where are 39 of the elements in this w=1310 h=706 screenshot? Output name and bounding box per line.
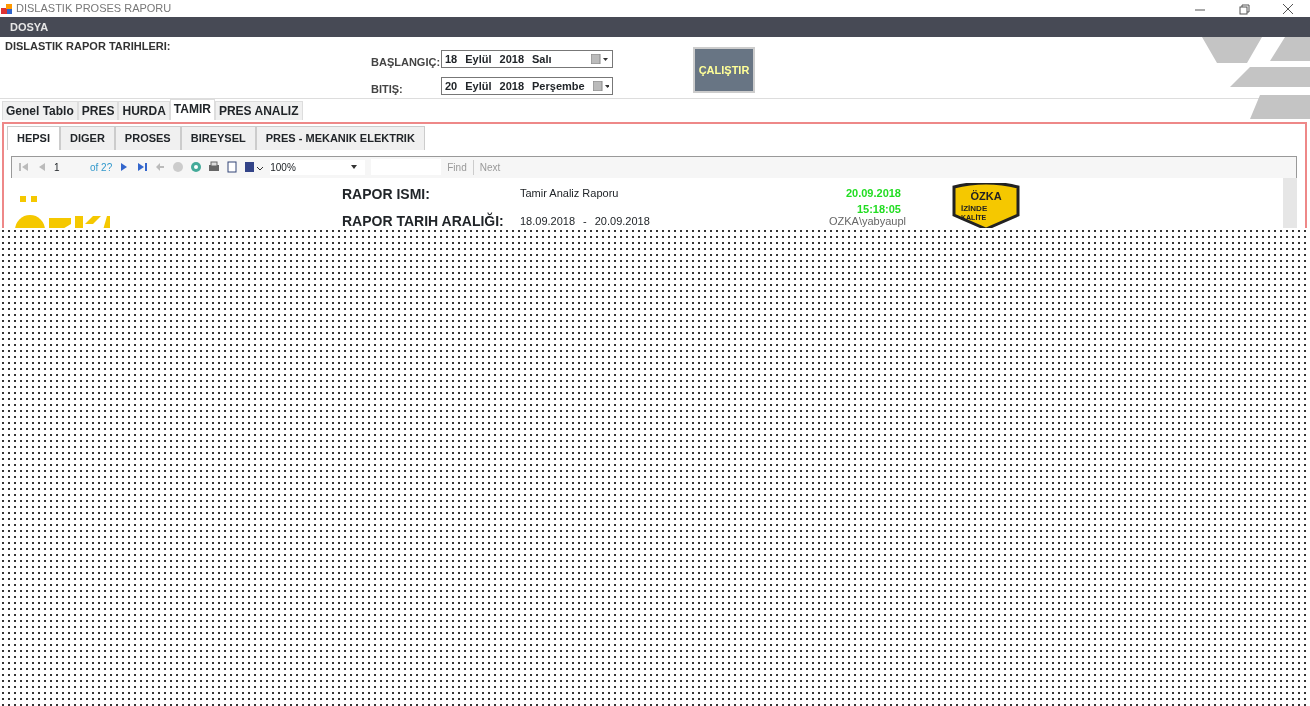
date-range-label: RAPOR TARIH ARALIĞI: [342,211,504,231]
tab[interactable]: DIGER [60,126,115,150]
run-button[interactable]: ÇALIŞTIR [693,47,755,93]
refresh-icon[interactable] [190,161,203,173]
tab[interactable]: TAMIR [169,99,215,120]
print-icon[interactable] [208,161,221,173]
field-label: BITIŞ: [371,81,404,97]
tab[interactable]: BIREYSEL [180,126,256,150]
close-button[interactable] [1280,1,1296,16]
page-layout-icon[interactable] [226,161,239,173]
page-number-field[interactable]: 1 [54,159,84,175]
report-name-value: Tamir Analiz Raporu [520,185,619,201]
group-title: DISLASTIK RAPOR TARIHLERI: [5,39,171,54]
print-date: 20.09.2018 [844,185,901,201]
calendar-dropdown-icon[interactable] [591,54,609,65]
calendar-dropdown-icon[interactable] [592,80,609,91]
export-icon[interactable] [244,161,265,173]
tab[interactable]: Genel Tablo [2,101,78,120]
tab[interactable]: PRES ANALIZ [214,101,303,120]
report-name-label: RAPOR ISMI: [342,184,430,204]
last-page-icon[interactable] [136,161,149,173]
date-picker[interactable]: 18 Eylül 2018 Salı [441,50,613,69]
tab[interactable]: PROSES [114,126,181,150]
restore-button[interactable] [1236,1,1252,16]
date-range-start: 18.09.2018 [520,213,576,229]
tab[interactable]: HURDA [118,101,170,120]
date-range-separator: - [583,213,587,229]
window-title: DISLASTIK PROSES RAPORU [16,1,172,17]
date-picker[interactable]: 20 Eylül 2018 Perşembe [441,76,613,95]
date-range-end: 20.09.2018 [594,213,650,229]
tab[interactable]: HEPSI [7,126,60,150]
tab[interactable]: PRES [77,101,119,120]
menu-item[interactable]: DOSYA [10,18,49,36]
field-label: BAŞLANGIÇ: [371,55,441,70]
page-count: of 2? [90,160,113,175]
app-icon [1,2,13,15]
zoom-dropdown[interactable]: 100% [270,159,366,175]
tab[interactable]: PRES - MEKANIK ELEKTRIK [255,126,425,150]
caret-icon [351,164,358,169]
